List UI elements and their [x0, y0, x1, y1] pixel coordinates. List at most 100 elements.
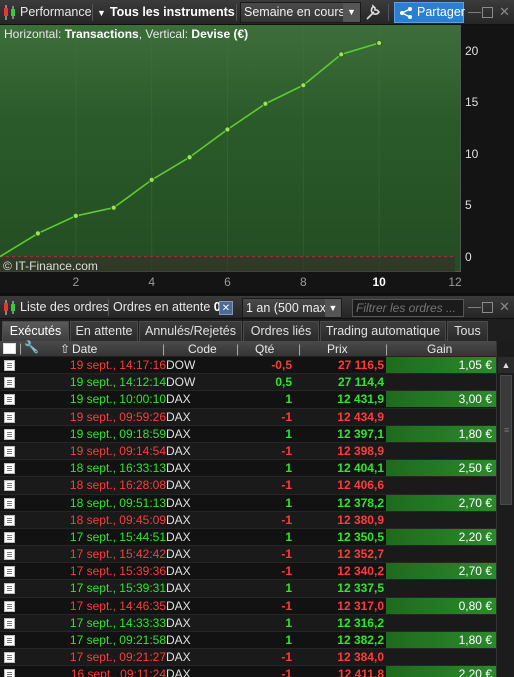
- order-code: DAX: [166, 409, 191, 424]
- equity-curve: [0, 42, 380, 258]
- x-tick-label: 10: [372, 275, 386, 289]
- vertical-scrollbar[interactable]: ▲ ≡: [496, 341, 514, 677]
- share-button[interactable]: Partager: [394, 2, 465, 23]
- order-document-icon[interactable]: [4, 428, 15, 440]
- data-point: [186, 154, 193, 161]
- order-code: DAX: [166, 512, 191, 527]
- table-row[interactable]: 17 sept., 15:44:51 DAX 1 12 350,5 2,20 €: [0, 528, 496, 547]
- order-document-icon[interactable]: [4, 617, 15, 629]
- y-tick-label: 0: [465, 249, 472, 264]
- order-document-icon[interactable]: [4, 480, 15, 492]
- maximize-icon[interactable]: [482, 7, 493, 18]
- order-price: 12 337,5: [337, 581, 384, 596]
- order-document-icon[interactable]: [4, 445, 15, 457]
- order-document-icon[interactable]: [4, 497, 15, 509]
- order-document-icon[interactable]: [4, 463, 15, 475]
- order-document-icon[interactable]: [4, 514, 15, 526]
- order-date: 17 sept., 14:33:33: [69, 615, 166, 630]
- order-document-icon[interactable]: [4, 635, 15, 646]
- scroll-thumb[interactable]: ≡: [500, 375, 512, 505]
- y-tick-label: 20: [465, 43, 479, 58]
- close-icon[interactable]: ✕: [499, 299, 510, 315]
- order-gain: 1,80 €: [386, 425, 496, 442]
- table-row[interactable]: 19 sept., 14:17:16 DOW -0,5 27 116,5 1,05 €: [0, 357, 496, 375]
- table-row[interactable]: 17 sept., 09:21:27 DAX -1 12 384,0: [0, 649, 496, 667]
- wrench-icon[interactable]: 🔧: [24, 340, 39, 354]
- column-header-qte[interactable]: Qté: [255, 341, 274, 357]
- order-date: 17 sept., 15:39:36: [69, 564, 166, 579]
- y-tick-label: 5: [465, 198, 472, 213]
- tab-executes[interactable]: Exécutés: [2, 321, 69, 341]
- column-header-prix[interactable]: Prix: [327, 341, 348, 357]
- table-row[interactable]: 18 sept., 16:28:08 DAX -1 12 406,6: [0, 477, 496, 495]
- table-row[interactable]: 17 sept., 14:33:33 DAX 1 12 316,2: [0, 614, 496, 632]
- x-axis-label: Transactions: [64, 27, 139, 41]
- table-row[interactable]: 19 sept., 09:14:54 DAX -1 12 398,9: [0, 442, 496, 461]
- column-header-code[interactable]: Code: [188, 341, 217, 357]
- table-row[interactable]: 19 sept., 09:59:26 DAX -1 12 434,9: [0, 408, 496, 426]
- column-header-gain[interactable]: Gain: [427, 341, 452, 357]
- scroll-up-icon[interactable]: ▲: [498, 357, 514, 373]
- orders-toolbar: Liste des ordres Ordres en attente 0 ✕ 1…: [0, 295, 514, 319]
- table-row[interactable]: 17 sept., 15:39:36 DAX -1 12 340,2 2,70 €: [0, 563, 496, 581]
- table-row[interactable]: 19 sept., 14:12:14 DOW 0,5 27 114,4: [0, 374, 496, 392]
- pending-orders-toggle[interactable]: Ordres en attente 0: [113, 298, 221, 317]
- order-code: DAX: [166, 461, 191, 476]
- order-quantity: -1: [281, 443, 292, 458]
- tab-annules-rejetes[interactable]: Annulés/Rejetés: [139, 321, 242, 341]
- table-row[interactable]: 17 sept., 15:42:42 DAX -1 12 352,7: [0, 546, 496, 564]
- order-document-icon[interactable]: [4, 549, 15, 561]
- sort-icon[interactable]: ⇧: [60, 341, 70, 357]
- order-date: 18 sept., 09:45:09: [69, 512, 166, 527]
- minimize-icon[interactable]: —: [468, 4, 481, 20]
- wrench-icon[interactable]: [364, 4, 382, 21]
- order-document-icon[interactable]: [4, 600, 15, 612]
- order-document-icon[interactable]: [4, 669, 15, 677]
- order-quantity: -0,5: [271, 358, 292, 372]
- close-icon[interactable]: ✕: [499, 4, 510, 20]
- performance-chart: Horizontal: Transactions, Vertical: Devi…: [0, 25, 514, 293]
- order-code: DAX: [166, 443, 191, 458]
- order-document-icon[interactable]: [4, 360, 15, 371]
- table-row[interactable]: 17 sept., 15:39:31 DAX 1 12 337,5: [0, 580, 496, 598]
- order-gain: [386, 546, 496, 562]
- order-document-icon[interactable]: [4, 377, 15, 389]
- table-row[interactable]: 18 sept., 09:51:13 DAX 1 12 378,2 2,70 €: [0, 494, 496, 512]
- order-price: 27 114,4: [337, 375, 384, 390]
- table-row[interactable]: 19 sept., 09:18:59 DAX 1 12 397,1 1,80 €: [0, 425, 496, 443]
- minimize-icon[interactable]: —: [468, 299, 481, 315]
- period-dropdown[interactable]: Semaine en cours ▼: [240, 2, 361, 23]
- order-document-icon[interactable]: [4, 583, 15, 595]
- table-row[interactable]: 17 sept., 14:46:35 DAX -1 12 317,0 0,80 €: [0, 597, 496, 615]
- tab-ordres-lies[interactable]: Ordres liés: [243, 321, 319, 341]
- tab-trading-automatique[interactable]: Trading automatique: [320, 321, 446, 341]
- tab-tous[interactable]: Tous: [447, 321, 488, 341]
- order-tabs: Exécutés En attente Annulés/Rejetés Ordr…: [0, 319, 514, 341]
- order-document-icon[interactable]: [4, 652, 15, 664]
- candlestick-icon: [4, 5, 15, 20]
- order-gain: [386, 649, 496, 665]
- range-dropdown[interactable]: 1 an (500 max) ▼: [242, 298, 342, 318]
- order-document-icon[interactable]: [4, 531, 15, 543]
- close-pending-icon[interactable]: ✕: [219, 301, 233, 315]
- order-gain: [386, 477, 496, 493]
- column-header-date[interactable]: Date: [72, 341, 97, 357]
- order-gain: [386, 409, 496, 425]
- order-code: DAX: [166, 547, 191, 562]
- maximize-icon[interactable]: [482, 302, 493, 313]
- table-row[interactable]: 17 sept., 09:21:58 DAX 1 12 382,2 1,80 €: [0, 632, 496, 650]
- tab-en-attente[interactable]: En attente: [70, 321, 138, 341]
- table-row[interactable]: 19 sept., 10:00:10 DAX 1 12 431,9 3,00 €: [0, 391, 496, 409]
- order-code: DAX: [166, 478, 191, 493]
- order-date: 19 sept., 09:14:54: [69, 443, 166, 458]
- filter-orders-input[interactable]: [352, 299, 464, 317]
- order-document-icon[interactable]: [4, 566, 15, 578]
- instrument-dropdown[interactable]: ▼ Tous les instruments: [97, 3, 235, 22]
- table-row[interactable]: 16 sept., 09:11:24 DAX -1 12 411,8 2,20 €: [0, 666, 496, 677]
- order-document-icon[interactable]: [4, 394, 15, 406]
- table-row[interactable]: 18 sept., 09:45:09 DAX -1 12 380,9: [0, 511, 496, 529]
- order-document-icon[interactable]: [4, 411, 15, 423]
- export-icon[interactable]: [3, 343, 16, 354]
- table-row[interactable]: 18 sept., 16:33:13 DAX 1 12 404,1 2,50 €: [0, 460, 496, 478]
- orders-table-body: 19 sept., 14:17:16 DOW -0,5 27 116,5 1,05 €1…: [0, 357, 496, 677]
